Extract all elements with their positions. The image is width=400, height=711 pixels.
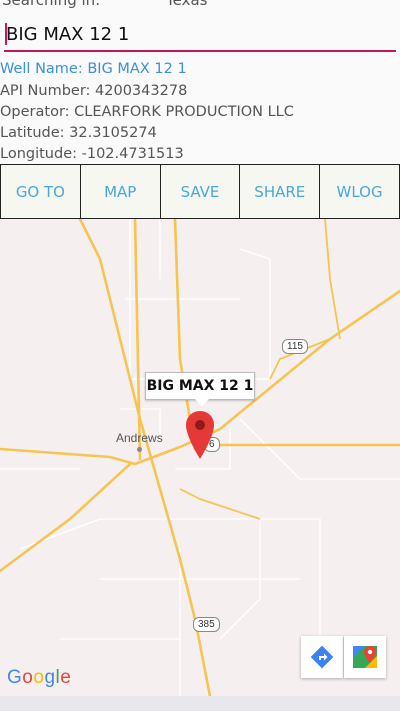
google-logo: Google — [7, 667, 71, 689]
searching-label: Searching in: — [2, 0, 101, 9]
latitude: Latitude: 32.3105274 — [0, 125, 157, 141]
route-385-shield: 385 — [193, 617, 220, 632]
google-letter-o2: o — [33, 667, 45, 688]
api-number: API Number: 4200343278 — [0, 83, 188, 99]
goto-button[interactable]: GO TO — [0, 164, 81, 219]
directions-icon — [310, 645, 334, 669]
google-letter-e: e — [60, 667, 72, 688]
longitude: Longitude: -102.4731513 — [0, 146, 184, 162]
well-name: Well Name: BIG MAX 12 1 — [0, 61, 187, 77]
route-115-shield: 115 — [282, 339, 308, 354]
text-cursor — [5, 23, 7, 45]
operator: Operator: CLEARFORK PRODUCTION LLC — [0, 104, 294, 120]
search-input[interactable] — [4, 20, 396, 48]
open-in-maps-button[interactable] — [344, 636, 386, 678]
google-maps-icon — [353, 646, 377, 668]
google-letter-o1: o — [22, 667, 34, 688]
map-view[interactable]: Andrews 115 6 385 BIG MAX 12 1 Google — [0, 219, 400, 696]
share-button[interactable]: SHARE — [239, 164, 321, 219]
action-buttons: GO TO MAP SAVE SHARE WLOG — [0, 164, 400, 219]
google-letter-g2: g — [44, 667, 56, 688]
save-button[interactable]: SAVE — [159, 164, 241, 219]
map-button[interactable]: MAP — [79, 164, 161, 219]
directions-button[interactable] — [301, 636, 343, 678]
town-marker — [137, 447, 142, 452]
town-label: Andrews — [116, 431, 163, 445]
wlog-button[interactable]: WLOG — [319, 164, 400, 219]
map-pin-icon[interactable] — [186, 411, 214, 459]
search-scope-bar: Searching in: Texas — [0, 0, 400, 14]
marker-info-window[interactable]: BIG MAX 12 1 — [145, 372, 255, 407]
bottom-bar — [0, 696, 400, 711]
search-field[interactable] — [4, 18, 396, 52]
searching-value[interactable]: Texas — [166, 0, 207, 9]
google-letter-g: G — [7, 667, 23, 688]
